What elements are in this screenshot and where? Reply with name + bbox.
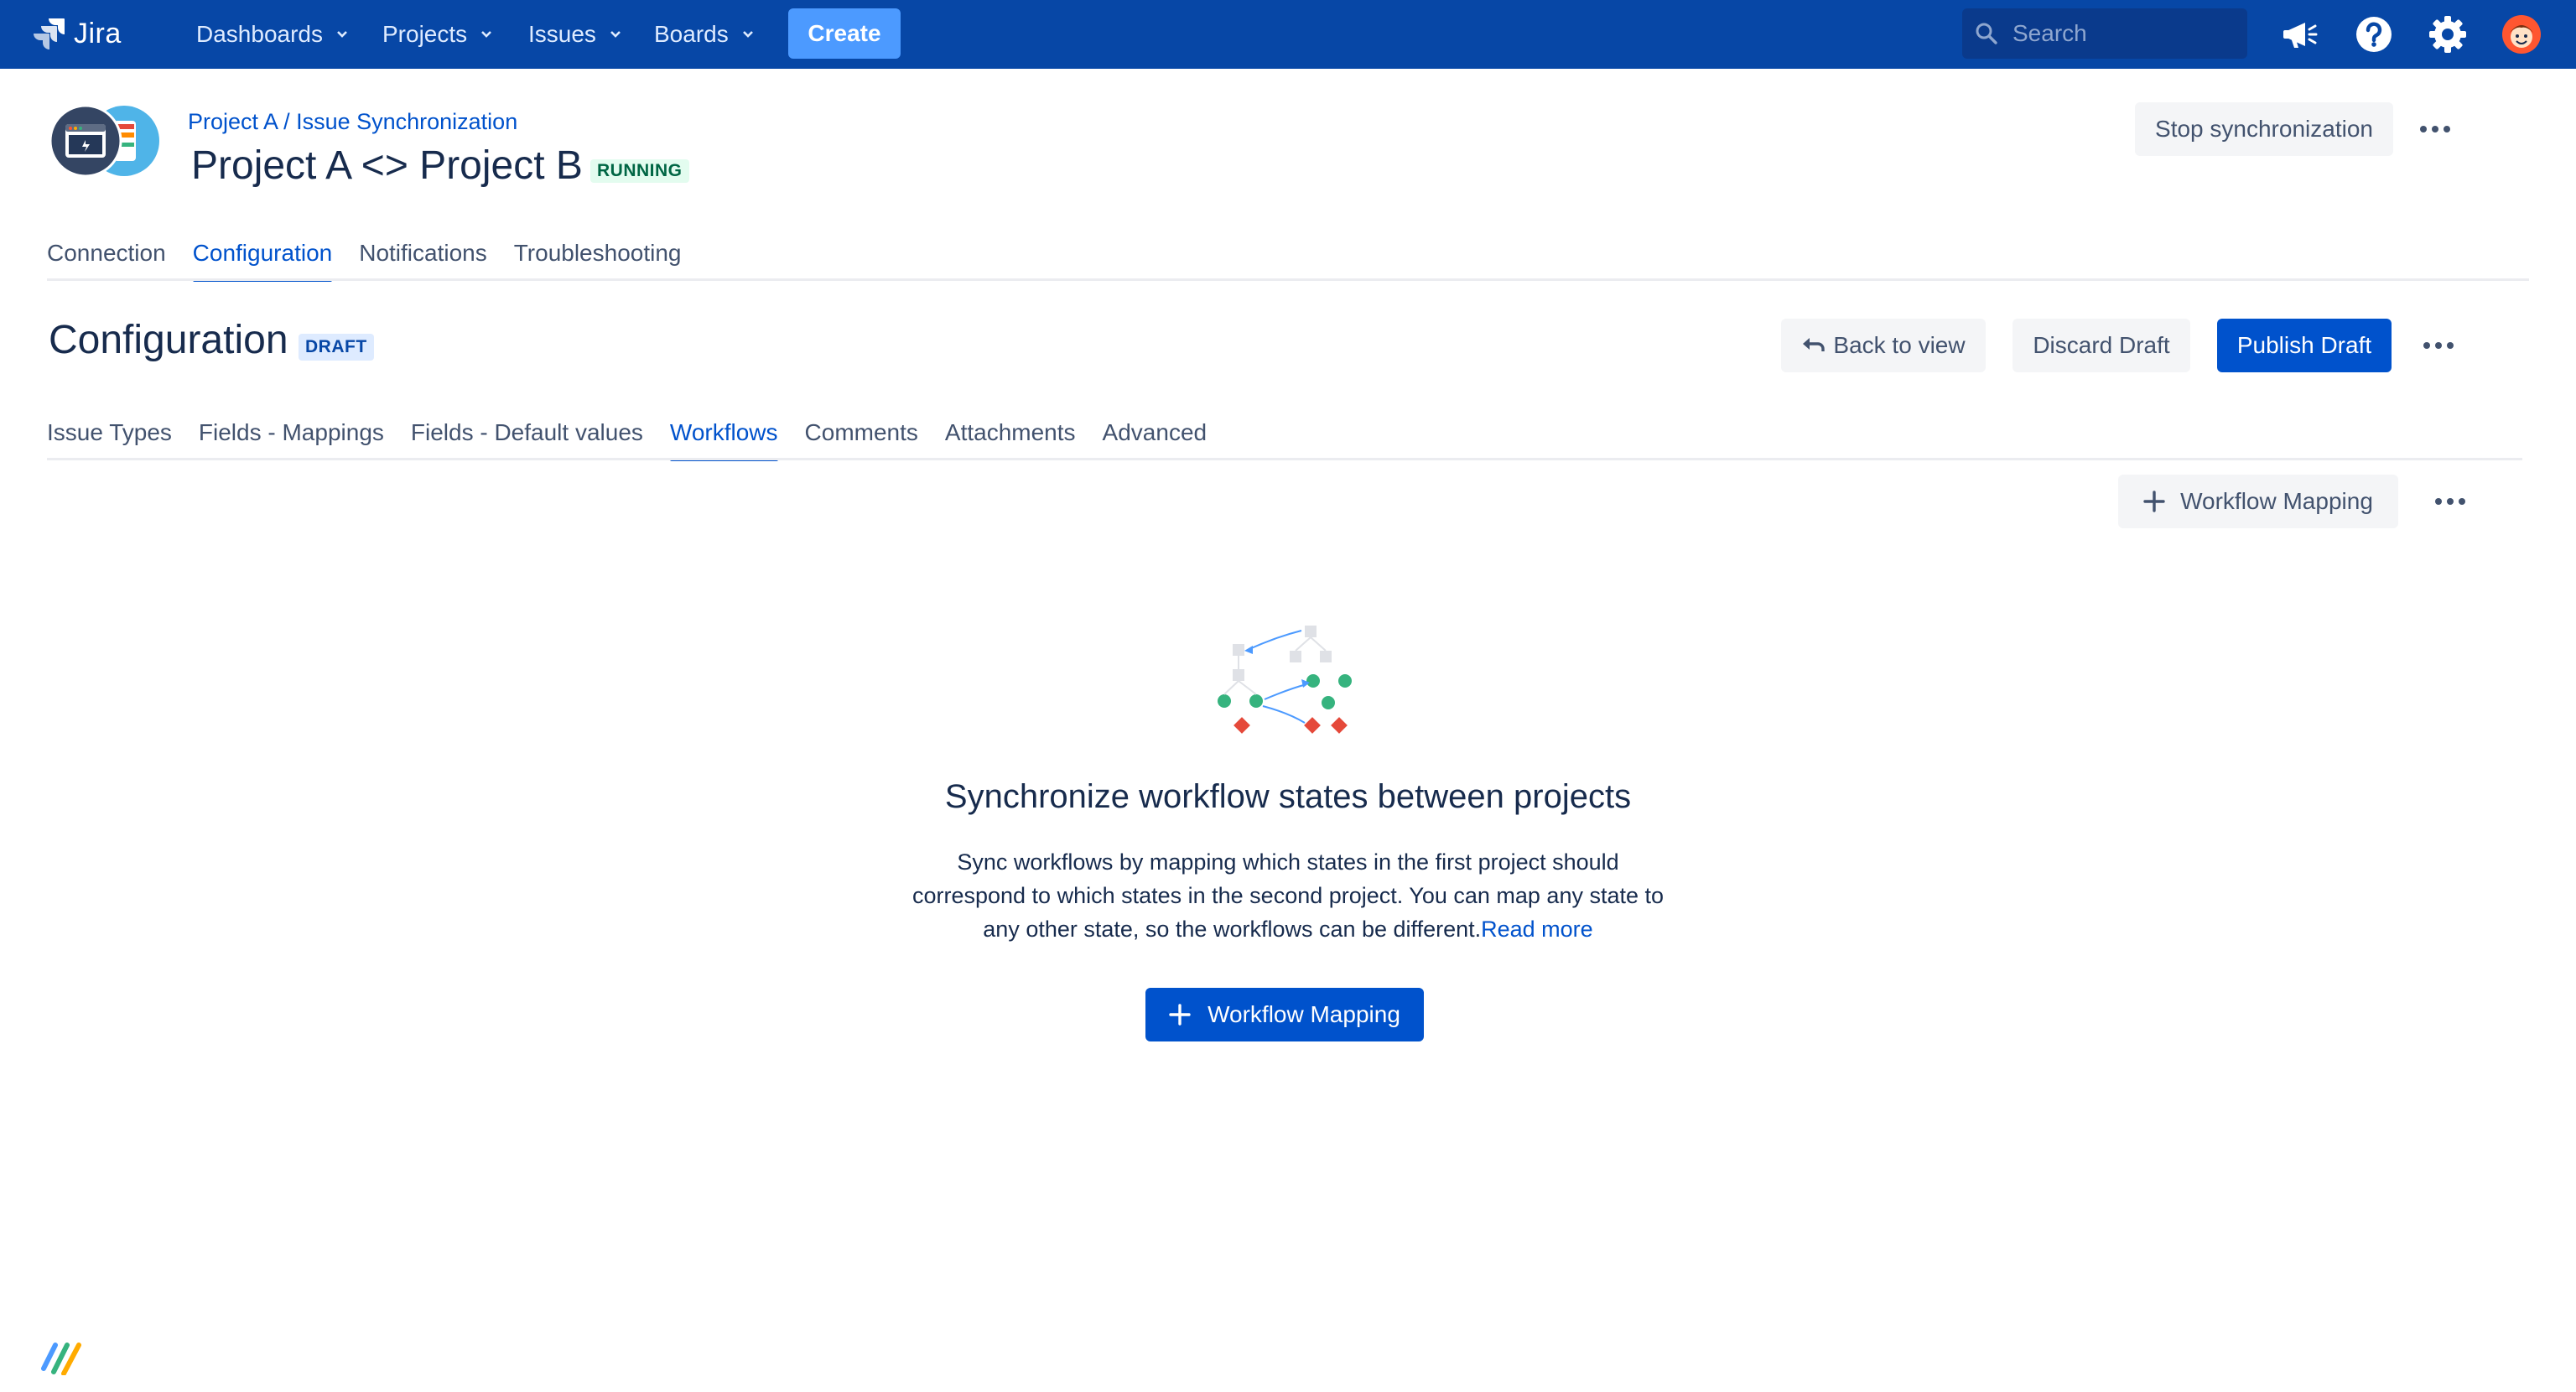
section-title: Configuration [49,318,288,362]
sub-tabs-divider [47,458,2522,460]
discard-draft-button[interactable]: Discard Draft [2012,319,2190,372]
user-avatar[interactable] [2499,12,2544,57]
add-workflow-mapping-button[interactable]: Workflow Mapping [2118,475,2398,528]
nav-projects[interactable]: Projects [382,15,494,54]
empty-state-title: Synchronize workflow states between proj… [944,778,1632,815]
empty-state-description: Sync workflows by mapping which states i… [902,845,1674,946]
user-avatar-icon [2502,15,2541,54]
tab-notifications[interactable]: Notifications [359,230,487,277]
nav-projects-label: Projects [382,21,468,47]
more-icon [2432,126,2438,132]
settings-icon [2429,16,2466,53]
add-workflow-mapping-label: Workflow Mapping [2180,488,2373,514]
top-navigation: Jira Dashboards Projects Issues Boards C… [0,0,2576,69]
more-icon [2444,126,2450,132]
jira-logo[interactable]: Jira [34,15,122,52]
tab-troubleshooting[interactable]: Troubleshooting [514,230,682,277]
nav-dashboards-label: Dashboards [196,21,323,47]
help-icon [2356,17,2392,52]
back-to-view-button[interactable]: Back to view [1781,319,1986,372]
tab-issue-types[interactable]: Issue Types [47,409,172,456]
more-icon [2435,498,2442,505]
search-placeholder: Search [2012,20,2087,46]
add-workflow-mapping-cta-button[interactable]: Workflow Mapping [1145,988,1424,1041]
nav-boards-label: Boards [654,21,729,47]
chevron-down-icon [337,31,347,38]
create-button[interactable]: Create [788,8,901,59]
tab-attachments[interactable]: Attachments [945,409,1076,456]
nav-issues[interactable]: Issues [528,15,623,54]
jira-logo-icon [34,18,65,49]
app-name: Jira [74,17,122,49]
more-icon [2447,498,2454,505]
settings-button[interactable] [2425,12,2470,57]
search-input[interactable]: Search [1962,8,2247,59]
project-more-button[interactable] [2412,106,2459,153]
more-icon [2423,342,2430,349]
chevron-down-icon [610,31,621,38]
tab-comments[interactable]: Comments [805,409,918,456]
status-badge: RUNNING [590,159,689,183]
page-title: Project A <> Project B [191,143,583,188]
workflow-more-button[interactable] [2427,478,2474,525]
main-tabs: Connection Configuration Notifications T… [47,230,709,282]
more-icon [2459,498,2465,505]
chevron-down-icon [481,31,492,38]
exalate-logo-icon [41,1343,81,1375]
tabs-divider [47,278,2529,281]
chevron-down-icon [742,31,753,38]
project-avatars-icon [49,104,159,178]
tab-connection[interactable]: Connection [47,230,166,277]
config-sub-tabs: Issue Types Fields - Mappings Fields - D… [47,409,1233,461]
back-arrow-icon [1803,338,1826,351]
more-icon [2420,126,2427,132]
stop-synchronization-button[interactable]: Stop synchronization [2135,102,2393,156]
more-icon [2447,342,2454,349]
tab-configuration[interactable]: Configuration [192,230,332,282]
nav-dashboards[interactable]: Dashboards [196,15,350,54]
nav-boards[interactable]: Boards [654,15,756,54]
tab-workflows[interactable]: Workflows [669,409,778,461]
notifications-button[interactable] [2277,12,2323,57]
publish-draft-button[interactable]: Publish Draft [2217,319,2392,372]
draft-badge: DRAFT [299,334,374,361]
tab-fields-default-values[interactable]: Fields - Default values [411,409,643,456]
config-more-button[interactable] [2415,322,2462,369]
cta-label: Workflow Mapping [1208,1001,1400,1027]
plus-icon [2143,491,2165,512]
help-button[interactable] [2351,12,2397,57]
more-icon [2435,342,2442,349]
back-to-view-label: Back to view [1833,332,1966,358]
megaphone-icon [2283,23,2318,48]
tab-advanced[interactable]: Advanced [1103,409,1208,456]
read-more-link[interactable]: Read more [1481,917,1593,942]
breadcrumb[interactable]: Project A / Issue Synchronization [188,109,517,135]
plus-icon [1169,1004,1191,1026]
search-icon [1976,23,1997,44]
tab-fields-mappings[interactable]: Fields - Mappings [199,409,384,456]
workflow-illustration-icon [1218,626,1352,734]
nav-issues-label: Issues [528,21,596,47]
